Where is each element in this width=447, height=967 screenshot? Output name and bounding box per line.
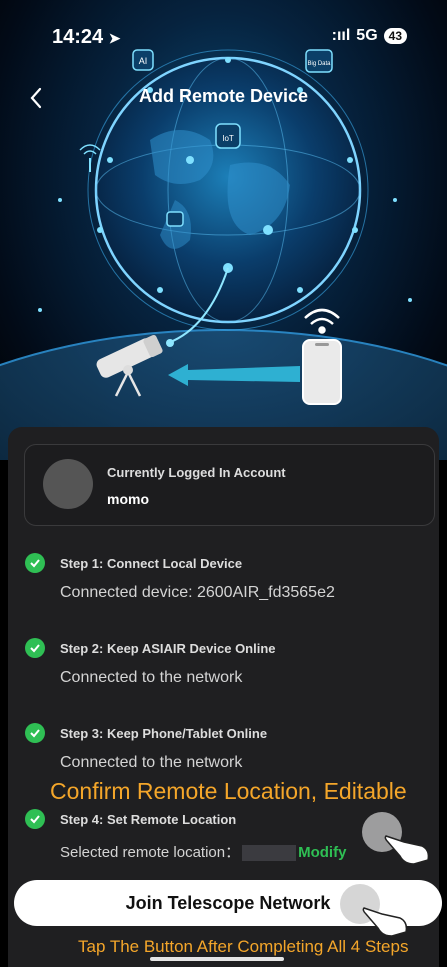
- pointing-hand-icon: [384, 835, 430, 865]
- battery-icon: 43: [383, 28, 407, 44]
- wifi-icon: [304, 308, 340, 334]
- step-1-title: Step 1: Connect Local Device: [60, 556, 243, 571]
- account-label: Currently Logged In Account: [107, 465, 286, 480]
- remote-location-label: Selected remote location：: [60, 844, 241, 861]
- svg-text:Big Data: Big Data: [307, 61, 331, 67]
- step-3-detail: Connected to the network: [60, 754, 243, 771]
- step-2-title: Step 2: Keep ASIAIR Device Online: [60, 641, 276, 656]
- status-indicators: :ııl 5G 43: [332, 27, 407, 45]
- hero-illustration: AI IoT Big Data: [0, 0, 447, 460]
- account-box: Currently Logged In Account momo: [24, 444, 435, 526]
- status-time: 14:24 ➤: [52, 26, 120, 49]
- page-title: Add Remote Device: [138, 86, 309, 106]
- signal-icon: :ııl: [331, 27, 351, 44]
- network-type: 5G: [356, 27, 378, 44]
- monitor-icon: [166, 211, 184, 227]
- status-bar: 14:24 ➤ :ııl 5G 43: [0, 0, 447, 60]
- annotation-confirm-location: Confirm Remote Location, Editable: [50, 778, 407, 804]
- home-indicator: [150, 957, 284, 961]
- join-button-label: Join Telescope Network: [125, 892, 331, 913]
- annotation-tap-button: Tap The Button After Completing All 4 St…: [78, 937, 409, 956]
- step-2-detail: Connected to the network: [60, 669, 243, 686]
- globe-network-graphic: AI IoT Big Data: [0, 49, 447, 460]
- step-1-detail: Connected device: 2600AIR_fd3565e2: [60, 584, 335, 601]
- account-username: momo: [107, 491, 149, 507]
- time-label: 14:24: [52, 26, 104, 48]
- check-circle-icon: [25, 553, 45, 573]
- phone-icon: [302, 339, 342, 405]
- remote-location-value-redacted: [242, 845, 297, 862]
- check-circle-icon: [25, 638, 45, 658]
- avatar: [43, 459, 93, 509]
- location-arrow-icon: ➤: [108, 30, 121, 46]
- check-circle-icon: [25, 723, 45, 743]
- check-circle-icon: [25, 809, 45, 829]
- step-4-title: Step 4: Set Remote Location: [60, 812, 237, 827]
- step-4-detail: Selected remote location： Modify: [60, 841, 346, 862]
- step-3-title: Step 3: Keep Phone/Tablet Online: [60, 726, 268, 741]
- svg-text:IoT: IoT: [222, 134, 234, 143]
- iot-icon: IoT: [215, 123, 241, 149]
- nav-bar: Add Remote Device: [0, 76, 447, 120]
- pointing-hand-icon: [362, 907, 408, 937]
- modify-location-link[interactable]: Modify: [298, 844, 346, 861]
